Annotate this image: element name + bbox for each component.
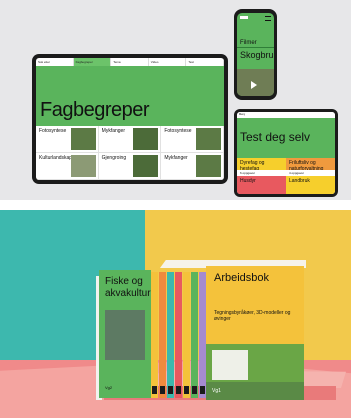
book-spine [199,272,206,398]
play-icon[interactable] [251,81,257,89]
tablet-screen: Sok etter Fagbegreper Tema Video Test Fa… [36,58,224,180]
book-title: Fiske og akvakultur [105,276,151,300]
concept-card-label: Fotosyntese [164,128,192,134]
concept-card-label: Fotosyntese [39,128,67,134]
quiz-tile[interactable]: Friluftsliv og naturforvaltning 4 oppgav… [286,158,335,176]
quiz-tile-label: Landbruk [289,178,310,184]
small-tablet-screen: Meny Test deg selv Dyrefag og hestefag 6… [237,112,335,194]
phone-kicker: Filmer [240,40,257,46]
small-tablet-device: Meny Test deg selv Dyrefag og hestefag 6… [234,109,338,197]
phone-screen: Filmer Skogbruk [237,13,274,96]
nav-item-video[interactable]: Video [149,58,187,66]
quiz-hero-title: Test deg selv [240,130,311,144]
concept-card[interactable]: Kulturlandskap [36,153,99,180]
concept-card-image [133,128,159,150]
book-spine [183,272,190,398]
book-title-line: Fiske og [105,276,143,287]
phone-title: Skogbruk [240,50,274,60]
book-spine [151,272,158,398]
books-panel: Fiske og akvakultur Vg2 Arbeidsbok Tegni… [0,210,351,418]
spine-label-box [152,386,157,394]
quiz-tiles: Dyrefag og hestefag 6 oppgaver Friluftsl… [237,158,335,194]
book-fiske-og-akvakultur: Fiske og akvakultur Vg2 [99,270,151,398]
logo [240,16,248,19]
spine-label-box [192,386,197,394]
concept-card-label: Gjengroing [101,155,127,161]
tablet-hero: Fagbegreper [36,66,224,126]
concept-card-image [70,155,96,177]
concept-card-label: Mykfanger [101,128,125,134]
book-cover-plate [212,350,248,380]
nav-item-fagbegreper[interactable]: Fagbegreper [73,58,112,66]
devices-panel: Sok etter Fagbegreper Tema Video Test Fa… [0,0,351,200]
tablet-hero-title: Fagbegreper [40,99,150,121]
concept-grid: Fotosyntese Mykfanger Fotosyntese Kultur… [36,126,224,180]
quiz-tile[interactable]: Landbruk [286,176,335,194]
video-thumbnail[interactable] [237,69,274,96]
concept-card[interactable]: Mykfanger [161,153,224,180]
concept-card-label: Kulturlandskap [39,155,73,161]
book-cover-photo [105,310,145,360]
book-spine [175,272,182,398]
phone-device: Filmer Skogbruk [234,9,277,100]
concept-card-label: Mykfanger [164,155,188,161]
nav-item-test[interactable]: Test [186,58,224,66]
concept-card-image [196,155,221,177]
spine-label-box [176,386,181,394]
book-spine [159,272,166,398]
quiz-tile[interactable]: Husdyr [237,176,286,194]
spine-label-box [168,386,173,394]
tablet-device: Sok etter Fagbegreper Tema Video Test Fa… [32,54,228,184]
spine-label-box [184,386,189,394]
quiz-tile-label: Husdyr [240,178,256,184]
hamburger-menu-icon[interactable] [265,16,271,21]
nav-item-search[interactable]: Sok etter [36,58,74,66]
quiz-hero: Test deg selv [237,118,335,158]
concept-card-image [196,128,221,150]
concept-card[interactable]: Mykfanger [98,126,162,153]
book-subtitle: Tegningsbyråkøer, 3D-modeller og øvinger [214,310,291,322]
book-level: Vg1 [212,388,221,394]
concept-card[interactable]: Gjengroing [98,153,162,180]
book-spine [167,272,174,398]
divider [237,47,274,48]
book-spine [191,272,198,398]
nav-item-tema[interactable]: Tema [111,58,149,66]
concept-card[interactable]: Fotosyntese [161,126,224,153]
spine-label-box [160,386,165,394]
concept-card-image [133,155,159,177]
concept-card-image [70,128,96,150]
book-arbeidsbok: Arbeidsbok Tegningsbyråkøer, 3D-modeller… [206,266,304,400]
spine-label-box [200,386,205,394]
concept-card[interactable]: Fotosyntese [36,126,99,153]
book-title-line: akvakultur [105,288,151,299]
book-title: Arbeidsbok [214,272,270,284]
book-level: Vg2 [105,385,113,390]
quiz-tile[interactable]: Dyrefag og hestefag 6 oppgaver [237,158,286,176]
